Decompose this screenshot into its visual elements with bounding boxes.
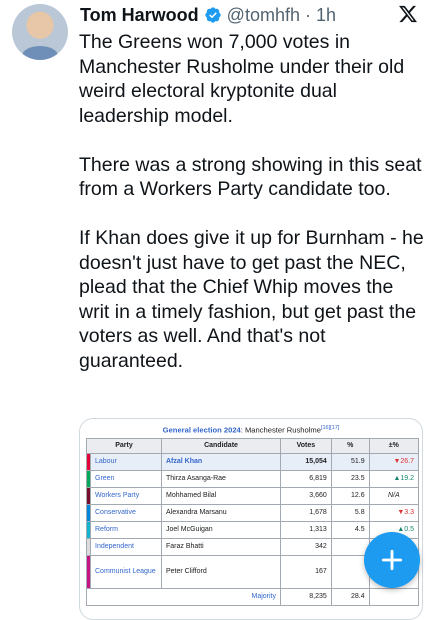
tweet-paragraph: There was a strong showing in this seat … (79, 153, 422, 201)
verified-badge-icon (204, 7, 221, 23)
table-row: Labour Afzal Khan 15,054 51.9 ▼26.7 (86, 452, 420, 471)
candidate-name: Faraz Bhatti (161, 537, 281, 556)
author-name[interactable]: Tom Harwood (80, 5, 199, 26)
tweet-header: Tom Harwood @tomhfh · 1h (80, 4, 336, 26)
caption-refs: [16][17] (320, 425, 340, 431)
table-caption: General election 2024: Manchester Rushol… (80, 425, 422, 435)
candidate-name: Thirza Asanga-Rae (161, 469, 281, 488)
tweet-paragraph: The Greens won 7,000 votes in Manchester… (79, 31, 405, 127)
vote-change: ▲19.2 (368, 469, 420, 488)
separator-dot: · (304, 4, 311, 25)
header-candidate: Candidate (161, 437, 281, 454)
vote-percent: 23.5 (330, 469, 370, 488)
vote-count: 1,313 (280, 520, 332, 539)
table-row: Reform Joel McGuigan 1,313 4.5 ▲0.5 (86, 520, 420, 539)
compose-button[interactable] (364, 532, 420, 588)
tweet-timestamp[interactable]: 1h (316, 5, 336, 26)
author-handle[interactable]: @tomhfh (227, 5, 300, 26)
table-row: Workers Party Mohhamed Bilal 3,660 12.6 N/A (86, 486, 420, 505)
tweet-body: The Greens won 7,000 votes in Manchester… (79, 30, 424, 373)
candidate-name[interactable]: Afzal Khan (161, 452, 281, 471)
caption-text: : Manchester Rusholme (240, 425, 321, 435)
majority-percent: 28.4 (330, 587, 370, 606)
plus-icon (381, 549, 403, 571)
vote-percent: 5.8 (330, 503, 370, 522)
vote-count: 15,054 (280, 452, 332, 471)
caption-link[interactable]: General election 2024 (163, 426, 241, 435)
party-name[interactable]: Conservative (90, 503, 162, 522)
vote-count: 6,819 (280, 469, 332, 488)
attached-image[interactable]: General election 2024: Manchester Rushol… (79, 418, 423, 620)
majority-change (368, 587, 420, 606)
vote-change: N/A (368, 486, 420, 505)
header-party: Party (86, 437, 162, 454)
vote-change: ▼26.7 (368, 452, 420, 471)
header-change: ±% (368, 437, 420, 454)
party-name[interactable]: Labour (90, 452, 162, 471)
vote-count: 1,678 (280, 503, 332, 522)
table-row: Green Thirza Asanga-Rae 6,819 23.5 ▲19.2 (86, 469, 420, 488)
party-name[interactable]: Communist League (90, 554, 162, 589)
majority-votes: 8,235 (280, 587, 332, 606)
candidate-name: Mohhamed Bilal (161, 486, 281, 505)
tweet-paragraph: If Khan does give it up for Burnham - he… (79, 227, 424, 372)
party-name[interactable]: Workers Party (90, 486, 162, 505)
table-header-row: Party Candidate Votes % ±% (86, 437, 420, 454)
avatar[interactable] (12, 4, 68, 60)
candidate-name: Peter Clifford (161, 554, 281, 589)
results-body: Labour Afzal Khan 15,054 51.9 ▼26.7 Green Thir… (86, 452, 420, 606)
header-pct: % (330, 437, 370, 454)
majority-row: Majority 8,235 28.4 (86, 587, 420, 606)
header-votes: Votes (280, 437, 332, 454)
vote-change: ▼3.3 (368, 503, 420, 522)
party-name[interactable]: Reform (90, 520, 162, 539)
table-row: Conservative Alexandra Marsanu 1,678 5.8 ▼3.… (86, 503, 420, 522)
vote-percent: 4.5 (330, 520, 370, 539)
majority-label[interactable]: Majority (86, 587, 281, 606)
candidate-name: Alexandra Marsanu (161, 503, 281, 522)
election-results-table: Party Candidate Votes % ±% Labour Afzal K… (86, 437, 420, 606)
vote-percent: 12.6 (330, 486, 370, 505)
vote-count: 3,660 (280, 486, 332, 505)
candidate-name: Joel McGuigan (161, 520, 281, 539)
party-name[interactable]: Green (90, 469, 162, 488)
x-logo-icon[interactable] (398, 4, 418, 24)
vote-percent: 51.9 (330, 452, 370, 471)
party-name[interactable]: Independent (90, 537, 162, 556)
vote-percent (330, 537, 370, 556)
vote-count: 167 (280, 554, 332, 589)
vote-count: 342 (280, 537, 332, 556)
